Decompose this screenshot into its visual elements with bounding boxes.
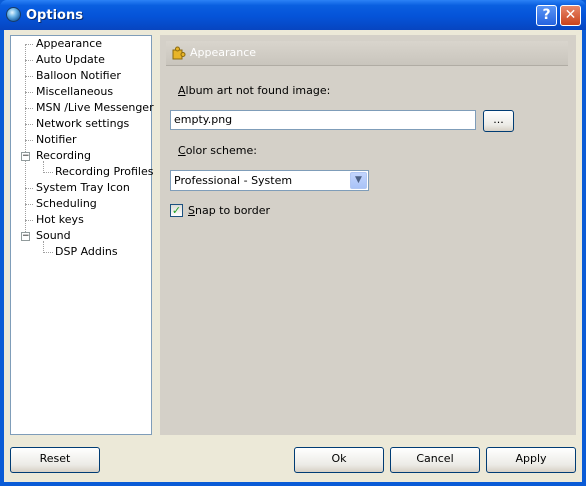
snap-to-border-label[interactable]: Snap to border (188, 204, 270, 217)
color-scheme-label-text: olor scheme: (185, 144, 257, 157)
tree-connector (43, 172, 53, 173)
color-scheme-value: Professional - System (174, 174, 293, 187)
app-globe-icon (6, 7, 21, 22)
close-button[interactable]: ✕ (560, 5, 581, 26)
ok-button[interactable]: Ok (294, 447, 384, 473)
tree-item-recording-profiles[interactable]: Recording Profiles (55, 164, 153, 180)
tree-item-hot-keys[interactable]: Hot keys (36, 212, 84, 228)
tree-connector (25, 92, 33, 93)
tree-item-system-tray-icon[interactable]: System Tray Icon (36, 180, 130, 196)
chevron-down-icon[interactable]: ▼ (350, 172, 367, 189)
options-window: Options ? ✕ Appearance Auto Update Ballo… (0, 0, 586, 486)
panel-header: Appearance (166, 41, 568, 66)
puzzle-icon (172, 46, 186, 60)
album-art-label-accesskey: A (178, 84, 186, 97)
tree-item-dsp-addins[interactable]: DSP Addins (55, 244, 118, 260)
tree-item-sound[interactable]: Sound (36, 228, 71, 244)
recording-collapse-toggle[interactable]: − (21, 152, 30, 161)
help-button[interactable]: ? (536, 5, 557, 26)
album-art-label: Album art not found image: (178, 84, 330, 97)
tree-connector (25, 220, 33, 221)
tree-item-auto-update[interactable]: Auto Update (36, 52, 105, 68)
tree-item-recording[interactable]: Recording (36, 148, 91, 164)
tree-connector (25, 140, 33, 141)
panel-header-title: Appearance (190, 46, 257, 59)
tree-connector (25, 124, 33, 125)
album-art-path-input[interactable]: empty.png (170, 110, 476, 130)
cancel-button[interactable]: Cancel (390, 447, 480, 473)
color-scheme-label-accesskey: C (178, 144, 186, 157)
tree-connector (25, 108, 33, 109)
color-scheme-select[interactable]: Professional - System ▼ (170, 170, 369, 191)
tree-connector (25, 76, 33, 77)
color-scheme-label: Color scheme: (178, 144, 257, 157)
reset-button[interactable]: Reset (10, 447, 100, 473)
appearance-panel: Appearance Album art not found image: em… (160, 35, 576, 435)
options-tree[interactable]: Appearance Auto Update Balloon Notifier … (10, 35, 154, 435)
snap-label-accesskey: S (188, 204, 195, 217)
tree-item-balloon-notifier[interactable]: Balloon Notifier (36, 68, 121, 84)
tree-connector (43, 252, 53, 253)
window-title: Options (26, 8, 83, 23)
browse-button[interactable]: ... (483, 110, 514, 132)
snap-to-border-checkbox[interactable]: ✓ (170, 204, 183, 217)
title-bar[interactable]: Options ? ✕ (0, 0, 586, 30)
apply-button[interactable]: Apply (486, 447, 576, 473)
tree-connector (25, 44, 33, 45)
tree-item-miscellaneous[interactable]: Miscellaneous (36, 84, 113, 100)
tree-item-appearance[interactable]: Appearance (36, 36, 102, 52)
album-art-label-text: lbum art not found image: (185, 84, 331, 97)
tree-item-msn-live-messenger[interactable]: MSN /Live Messenger (36, 100, 154, 116)
sound-collapse-toggle[interactable]: − (21, 232, 30, 241)
snap-label-text: nap to border (194, 204, 271, 217)
tree-connector (25, 188, 33, 189)
tree-item-network-settings[interactable]: Network settings (36, 116, 129, 132)
tree-connector (25, 60, 33, 61)
dialog-client: Appearance Auto Update Balloon Notifier … (4, 30, 582, 482)
tree-item-scheduling[interactable]: Scheduling (36, 196, 97, 212)
tree-item-notifier[interactable]: Notifier (36, 132, 77, 148)
tree-connector (25, 204, 33, 205)
